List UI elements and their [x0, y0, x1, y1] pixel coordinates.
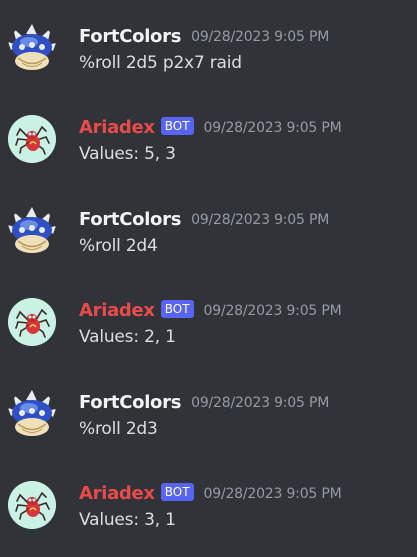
red-spider-icon: [8, 298, 56, 346]
avatar[interactable]: [8, 24, 56, 72]
username[interactable]: FortColors: [79, 392, 181, 413]
username[interactable]: Ariadex: [79, 300, 155, 321]
blue-spiny-shell-icon: [8, 207, 56, 255]
timestamp[interactable]: 09/28/2023 9:05 PM: [191, 212, 329, 228]
bot-badge: BOT: [160, 117, 194, 135]
message-content: Values: 2, 1: [79, 327, 176, 347]
message-content: Values: 5, 3: [79, 144, 176, 164]
message-item: FortColors 09/28/2023 9:05 PM %roll 2d4: [0, 207, 417, 283]
username[interactable]: Ariadex: [79, 483, 155, 504]
red-spider-icon: [8, 115, 56, 163]
timestamp[interactable]: 09/28/2023 9:05 PM: [204, 486, 342, 502]
message-header: FortColors 09/28/2023 9:05 PM: [79, 390, 329, 416]
avatar[interactable]: [8, 115, 56, 163]
timestamp[interactable]: 09/28/2023 9:05 PM: [204, 120, 342, 136]
username[interactable]: FortColors: [79, 209, 181, 230]
message-header: Ariadex BOT 09/28/2023 9:05 PM: [79, 115, 342, 141]
message-content: Values: 3, 1: [79, 510, 176, 530]
timestamp[interactable]: 09/28/2023 9:05 PM: [191, 395, 329, 411]
message-content: %roll 2d3: [79, 419, 158, 439]
message-header: Ariadex BOT 09/28/2023 9:05 PM: [79, 298, 342, 324]
message-item: Ariadex BOT 09/28/2023 9:05 PM Values: 2, …: [0, 298, 417, 374]
bot-badge: BOT: [160, 300, 194, 318]
message-header: Ariadex BOT 09/28/2023 9:05 PM: [79, 481, 342, 507]
blue-spiny-shell-icon: [8, 24, 56, 72]
avatar[interactable]: [8, 298, 56, 346]
chat-message-list: FortColors 09/28/2023 9:05 PM %roll 2d5 p…: [0, 0, 417, 552]
red-spider-icon: [8, 481, 56, 529]
bot-badge: BOT: [160, 483, 194, 501]
message-item: Ariadex BOT 09/28/2023 9:05 PM Values: 3, …: [0, 481, 417, 557]
message-header: FortColors 09/28/2023 9:05 PM: [79, 24, 329, 50]
message-item: Ariadex BOT 09/28/2023 9:05 PM Values: 5, …: [0, 115, 417, 191]
avatar[interactable]: [8, 207, 56, 255]
username[interactable]: FortColors: [79, 26, 181, 47]
blue-spiny-shell-icon: [8, 390, 56, 438]
message-content: %roll 2d4: [79, 236, 158, 256]
timestamp[interactable]: 09/28/2023 9:05 PM: [204, 303, 342, 319]
message-header: FortColors 09/28/2023 9:05 PM: [79, 207, 329, 233]
message-item: FortColors 09/28/2023 9:05 PM %roll 2d3: [0, 390, 417, 466]
avatar[interactable]: [8, 390, 56, 438]
username[interactable]: Ariadex: [79, 117, 155, 138]
message-item: FortColors 09/28/2023 9:05 PM %roll 2d5 p…: [0, 24, 417, 100]
message-content: %roll 2d5 p2x7 raid: [79, 53, 242, 73]
timestamp[interactable]: 09/28/2023 9:05 PM: [191, 29, 329, 45]
avatar[interactable]: [8, 481, 56, 529]
